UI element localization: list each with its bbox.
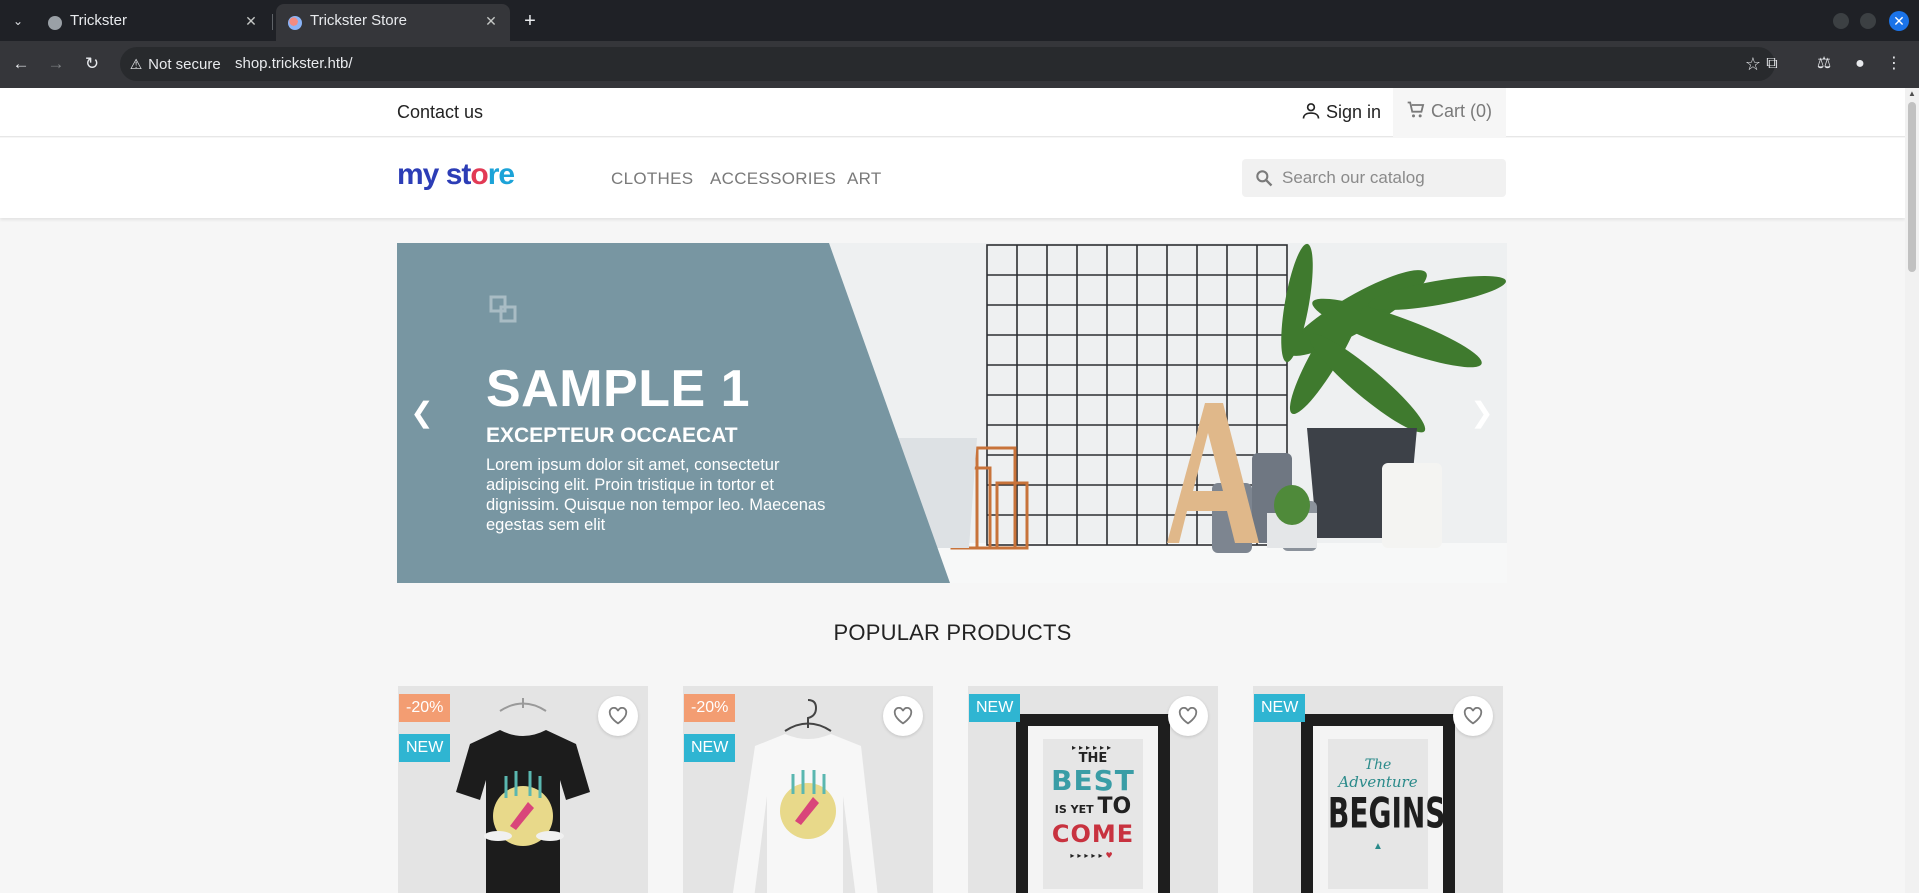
sign-in-label: Sign in (1326, 102, 1382, 122)
page-scrollbar[interactable]: ▲ (1905, 88, 1919, 893)
poster-text: TO (1097, 794, 1132, 819)
new-badge: NEW (1254, 694, 1306, 722)
new-badge: NEW (684, 734, 736, 762)
forward-arrow-icon[interactable]: → (44, 52, 68, 76)
back-arrow-icon[interactable]: ← (9, 52, 33, 76)
cart-button[interactable]: Cart (0) (1393, 88, 1506, 137)
product-card[interactable]: ▸▸▸▸▸▸ THE BEST IS YET TO COME ▸▸▸▸▸♥ NE… (968, 686, 1218, 893)
product-card[interactable]: The Adventure BEGINS ▲ NEW (1253, 686, 1503, 893)
heart-icon (893, 707, 913, 725)
menu-accessories[interactable]: ACCESSORIES (710, 169, 836, 189)
labs-flask-icon[interactable]: ⚖ (1812, 52, 1836, 76)
header-top: my store CLOTHES ACCESSORIES ART (0, 138, 1905, 218)
search-widget (1242, 159, 1506, 197)
poster-text: IS YET (1054, 803, 1094, 816)
menu-art[interactable]: ART (847, 169, 882, 189)
logo-part-my: my (397, 158, 439, 191)
browser-tab-bar: ⌄ Trickster ✕ Trickster Store ✕ + ✕ (0, 0, 1919, 41)
tab-title: Trickster Store (310, 12, 407, 29)
store-logo[interactable]: my store (397, 158, 515, 192)
globe-icon (48, 16, 62, 30)
wishlist-button[interactable] (598, 696, 638, 736)
window-close-button[interactable]: ✕ (1889, 11, 1909, 31)
user-icon (1302, 103, 1320, 119)
search-icon (1256, 170, 1273, 187)
poster-text: The (1364, 757, 1392, 773)
cart-icon (1407, 101, 1425, 118)
contact-us-link[interactable]: Contact us (397, 102, 483, 123)
close-icon[interactable]: ✕ (482, 12, 500, 30)
heart-icon (1178, 707, 1198, 725)
reload-icon[interactable]: ↻ (80, 52, 104, 76)
site-favicon-icon (288, 16, 302, 30)
logo-part-o: o (470, 158, 488, 191)
search-input[interactable] (1282, 159, 1502, 197)
tab-title: Trickster (70, 12, 127, 29)
discount-badge: -20% (399, 694, 451, 722)
new-tab-plus-icon[interactable]: + (518, 9, 542, 33)
carousel-next-chevron-icon[interactable]: ❯ (1467, 395, 1497, 431)
browser-tab-trickster-store[interactable]: Trickster Store ✕ (276, 4, 510, 41)
logo-part-st: st (445, 158, 472, 191)
poster-text: COME (1051, 820, 1135, 848)
slide-caption: SAMPLE 1 EXCEPTEUR OCCAECAT Lorem ipsum … (486, 361, 846, 535)
poster-text: BEGINS (1328, 788, 1446, 838)
new-badge: NEW (399, 734, 451, 762)
wishlist-button[interactable] (883, 696, 923, 736)
sign-in-link[interactable]: Sign in (1300, 101, 1381, 123)
menu-clothes[interactable]: CLOTHES (611, 169, 693, 189)
slide-description: Lorem ipsum dolor sit amet, consectetur … (486, 456, 826, 534)
logo-part-re: re (487, 158, 515, 191)
slide-title: SAMPLE 1 (486, 360, 751, 418)
profile-icon[interactable]: ● (1848, 52, 1872, 76)
popular-products-title: POPULAR PRODUCTS (833, 620, 1072, 645)
heart-icon (608, 707, 628, 725)
discount-badge: -20% (684, 694, 736, 722)
window-maximize-button[interactable] (1860, 13, 1876, 29)
tab-search-chevron-icon[interactable]: ⌄ (6, 9, 30, 33)
product-card[interactable]: -20% NEW (398, 686, 648, 893)
slide-subtitle: EXCEPTEUR OCCAECAT (486, 424, 738, 447)
url-text[interactable]: shop.trickster.htb/ (235, 55, 353, 73)
cart-label: Cart (0) (1431, 101, 1493, 121)
close-icon[interactable]: ✕ (242, 12, 260, 30)
wishlist-button[interactable] (1168, 696, 1208, 736)
browser-toolbar: ← → ↻ ⚠ Not secure shop.trickster.htb/ ☆… (0, 41, 1919, 88)
security-label: Not secure (148, 56, 221, 73)
extensions-icon[interactable]: ⧉ (1760, 52, 1784, 76)
wishlist-button[interactable] (1453, 696, 1493, 736)
tab-separator (272, 14, 273, 30)
window-minimize-button[interactable] (1833, 13, 1849, 29)
homepage-carousel: SAMPLE 1 EXCEPTEUR OCCAECAT Lorem ipsum … (397, 243, 1507, 583)
browser-menu-icon[interactable]: ⋮ (1882, 52, 1906, 76)
carousel-prev-chevron-icon[interactable]: ❮ (407, 395, 437, 431)
browser-tab-trickster[interactable]: Trickster ✕ (36, 4, 270, 41)
bookmark-star-icon[interactable]: ☆ (1745, 54, 1761, 75)
product-card[interactable]: -20% NEW (683, 686, 933, 893)
new-badge: NEW (969, 694, 1021, 722)
scroll-up-arrow-icon[interactable]: ▲ (1908, 90, 1916, 98)
security-indicator[interactable]: ⚠ Not secure (128, 55, 221, 74)
warning-triangle-icon: ⚠ (129, 56, 143, 72)
web-page: Contact us Sign in Cart (0) my store CLO… (0, 88, 1905, 893)
scrollbar-thumb[interactable] (1908, 102, 1916, 272)
address-bar[interactable]: ⚠ Not secure shop.trickster.htb/ ☆ (120, 47, 1775, 81)
header-nav: Contact us Sign in Cart (0) (0, 88, 1905, 137)
poster-text: BEST (1051, 764, 1135, 797)
heart-icon (1463, 707, 1483, 725)
